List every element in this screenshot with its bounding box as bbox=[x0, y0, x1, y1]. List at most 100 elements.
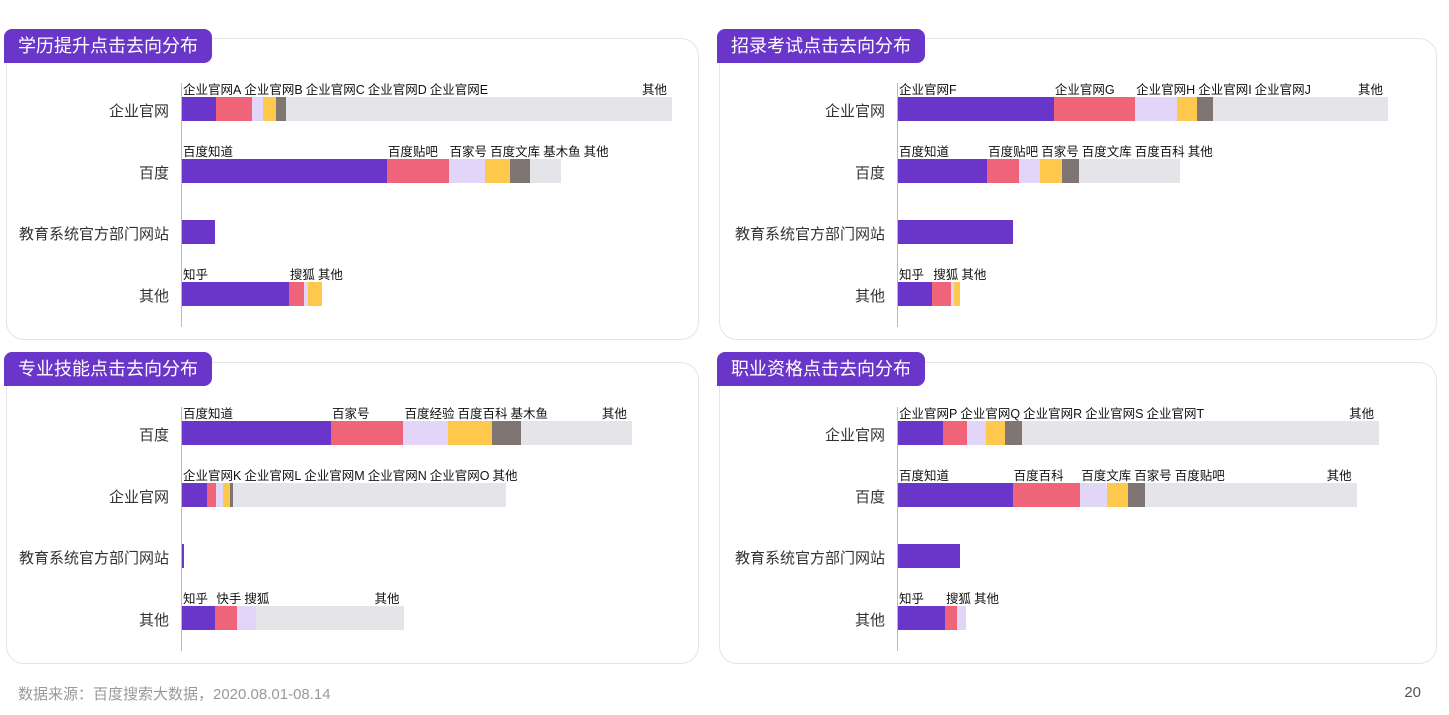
chart-title: 招录考试点击去向分布 bbox=[717, 29, 925, 63]
bar-segment bbox=[1144, 483, 1357, 507]
segment-label: 其他 bbox=[961, 268, 987, 282]
bar-segment bbox=[223, 483, 231, 507]
segment-label: 快手 bbox=[216, 592, 242, 606]
segment-label: 企业官网J bbox=[1254, 83, 1311, 97]
segment-label: 其他 bbox=[492, 469, 518, 483]
segment-label: 企业官网P bbox=[899, 407, 958, 421]
bar-segment bbox=[182, 220, 216, 244]
bar-segment bbox=[1128, 483, 1145, 507]
data-source-note: 数据来源：百度搜索大数据，2020.08.01-08.14 bbox=[18, 686, 331, 703]
bar-segment bbox=[898, 97, 1054, 121]
segment-label: 企业官网E bbox=[429, 83, 489, 97]
bar-segment bbox=[953, 282, 960, 306]
bar-segment bbox=[182, 159, 387, 183]
segment-label: 企业官网O bbox=[429, 469, 490, 483]
bar-segment bbox=[182, 544, 184, 568]
segment-label: 百度百科 bbox=[1134, 145, 1185, 159]
segment-label: 搜狐 bbox=[289, 268, 315, 282]
segment-label: 知乎 bbox=[899, 592, 925, 606]
bar-segment bbox=[898, 220, 1013, 244]
segment-label: 其他 bbox=[974, 592, 1000, 606]
segment-label: 百度知道 bbox=[899, 469, 950, 483]
segment-label: 知乎 bbox=[183, 592, 209, 606]
segment-label: 百度文库 bbox=[1081, 469, 1132, 483]
bar-segment bbox=[898, 159, 988, 183]
segment-label: 百家号 bbox=[1134, 469, 1172, 483]
segment-label: 企业官网Q bbox=[960, 407, 1021, 421]
bar-segment bbox=[510, 159, 530, 183]
segment-label: 企业官网R bbox=[1023, 407, 1083, 421]
bar-segment bbox=[232, 483, 507, 507]
segment-label: 百度经验 bbox=[404, 407, 455, 421]
bar-segment bbox=[521, 421, 632, 445]
bar-segment bbox=[987, 159, 1019, 183]
bar-segment bbox=[1012, 483, 1081, 507]
segment-label: 百度文库 bbox=[490, 145, 541, 159]
bar-segment bbox=[386, 159, 449, 183]
segment-label: 知乎 bbox=[183, 268, 209, 282]
bar-segment bbox=[956, 606, 966, 630]
page-number: 20 bbox=[1404, 684, 1421, 701]
segment-label: 企业官网M bbox=[304, 469, 365, 483]
bar-segment bbox=[898, 606, 946, 630]
segment-label: 搜狐 bbox=[933, 268, 959, 282]
bar-segment bbox=[288, 282, 304, 306]
bar-segment bbox=[448, 159, 485, 183]
bar-segment bbox=[182, 97, 217, 121]
segment-label: 企业官网D bbox=[367, 83, 427, 97]
segment-label: 百度知道 bbox=[899, 145, 950, 159]
segment-label: 企业官网B bbox=[244, 83, 303, 97]
category-label: 教育系统官方部门网站 bbox=[18, 550, 169, 567]
bar-segment bbox=[182, 421, 331, 445]
bar-segment bbox=[898, 483, 1013, 507]
segment-label: 企业官网C bbox=[305, 83, 365, 97]
segment-label: 企业官网A bbox=[183, 83, 242, 97]
bar-segment bbox=[403, 421, 448, 445]
category-label: 其他 bbox=[854, 288, 885, 305]
bar-segment bbox=[206, 483, 217, 507]
category-label: 其他 bbox=[138, 288, 169, 305]
bar-segment bbox=[256, 606, 405, 630]
bar-segment bbox=[1135, 97, 1178, 121]
category-label: 企业官网 bbox=[824, 427, 885, 444]
segment-label: 其他 bbox=[1326, 469, 1352, 483]
segment-label: 企业官网S bbox=[1085, 407, 1144, 421]
segment-label: 百家号 bbox=[449, 145, 488, 159]
bar-segment bbox=[484, 159, 511, 183]
category-label: 企业官网 bbox=[108, 103, 169, 120]
bar-segment bbox=[1040, 159, 1062, 183]
segment-label: 企业官网K bbox=[183, 469, 242, 483]
bar-segment bbox=[932, 282, 951, 306]
segment-label: 企业官网F bbox=[899, 83, 957, 97]
bar-segment bbox=[943, 421, 967, 445]
segment-label: 百度贴吧 bbox=[387, 145, 438, 159]
bar-segment bbox=[182, 606, 216, 630]
chart-title: 专业技能点击去向分布 bbox=[4, 352, 212, 386]
segment-label: 其他 bbox=[1349, 407, 1375, 421]
segment-label: 百度贴吧 bbox=[1174, 469, 1225, 483]
segment-label: 百度知道 bbox=[183, 407, 234, 421]
segment-label: 百度百科 bbox=[457, 407, 508, 421]
segment-label: 基木鱼 bbox=[510, 407, 549, 421]
segment-label: 百家号 bbox=[331, 407, 370, 421]
segment-label: 基木鱼 bbox=[543, 145, 581, 159]
bar-segment bbox=[1018, 159, 1041, 183]
category-label: 其他 bbox=[854, 612, 885, 629]
segment-label: 其他 bbox=[601, 407, 627, 421]
bar-segment bbox=[1196, 97, 1213, 121]
category-label: 教育系统官方部门网站 bbox=[18, 226, 169, 243]
bar-segment bbox=[529, 159, 562, 183]
bar-segment bbox=[1079, 159, 1181, 183]
segment-label: 其他 bbox=[1187, 145, 1213, 159]
segment-label: 搜狐 bbox=[244, 592, 270, 606]
category-label: 百度 bbox=[854, 165, 885, 182]
bar-segment bbox=[1004, 421, 1023, 445]
bar-segment bbox=[216, 483, 224, 507]
bar-segment bbox=[182, 483, 207, 507]
bar-segment bbox=[1177, 97, 1197, 121]
category-label: 企业官网 bbox=[108, 489, 169, 506]
category-label: 百度 bbox=[138, 427, 169, 444]
bar-segment bbox=[308, 282, 323, 306]
segment-label: 其他 bbox=[317, 268, 343, 282]
bar-segment bbox=[1106, 483, 1129, 507]
